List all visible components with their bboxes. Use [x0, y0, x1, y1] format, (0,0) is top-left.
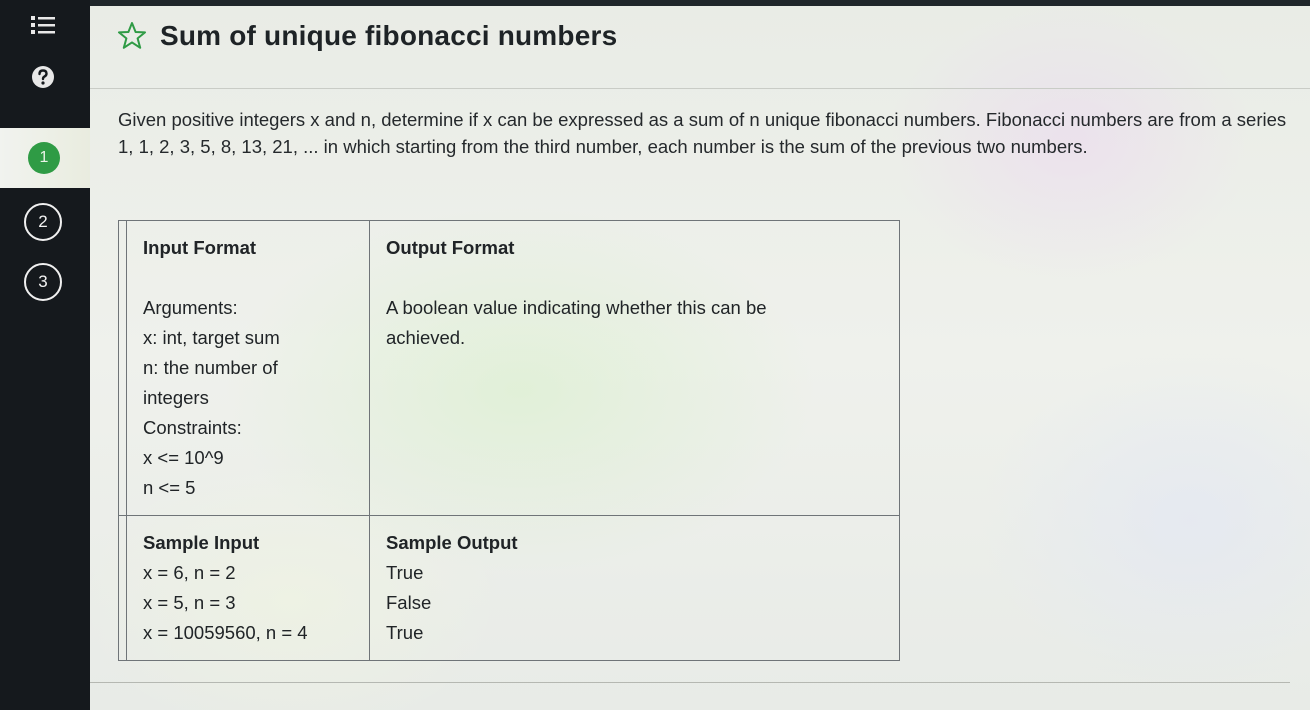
input-format-line: n <= 5	[143, 477, 196, 498]
title-row: Sum of unique fibonacci numbers	[116, 20, 617, 52]
output-format-text: A boolean value indicating whether this …	[386, 297, 767, 348]
bottom-divider	[90, 682, 1290, 683]
app-screen: 1 2 3 Sum of unique fibonacci numbers Gi…	[0, 0, 1310, 710]
input-format-line: x <= 10^9	[143, 447, 224, 468]
step-3-button[interactable]: 3	[24, 263, 62, 301]
problem-description: Given positive integers x and n, determi…	[118, 109, 1287, 157]
step-3-label: 3	[38, 272, 48, 291]
sample-input-line: x = 10059560, n = 4	[143, 622, 308, 643]
sample-output-line: False	[386, 592, 432, 613]
step-2-label: 2	[38, 212, 48, 231]
step-2-button[interactable]: 2	[24, 203, 62, 241]
output-format-header: Output Format	[386, 237, 515, 258]
input-format-cell: Input Format Arguments: x: int, target s…	[126, 220, 370, 516]
sample-output-line: True	[386, 562, 424, 583]
output-format-cell: Output Format A boolean value indicating…	[369, 220, 900, 516]
list-icon	[31, 16, 55, 34]
input-format-header: Input Format	[143, 237, 257, 258]
sidebar: 1 2 3	[0, 0, 90, 710]
table-gutter-cell	[118, 515, 127, 661]
problem-panel: Sum of unique fibonacci numbers Given po…	[90, 0, 1310, 710]
help-circle-icon	[32, 66, 54, 88]
sample-output-header: Sample Output	[386, 532, 518, 553]
input-format-line: Constraints:	[143, 417, 242, 438]
top-strip	[90, 0, 1310, 6]
input-format-line: Arguments:	[143, 297, 238, 318]
help-button[interactable]	[28, 62, 58, 92]
sample-input-header: Sample Input	[143, 532, 260, 553]
sample-input-line: x = 6, n = 2	[143, 562, 236, 583]
format-row: Input Format Arguments: x: int, target s…	[118, 220, 900, 516]
format-table: Input Format Arguments: x: int, target s…	[118, 220, 900, 661]
input-format-line: n: the number of	[143, 357, 278, 378]
input-format-line: integers	[143, 387, 209, 408]
title-divider	[90, 88, 1310, 89]
step-1-button[interactable]: 1	[28, 142, 60, 174]
sample-output-line: True	[386, 622, 424, 643]
sample-input-cell: Sample Input x = 6, n = 2 x = 5, n = 3 x…	[126, 515, 370, 661]
sample-input-line: x = 5, n = 3	[143, 592, 236, 613]
star-outline-icon[interactable]	[116, 20, 148, 52]
step-1-label: 1	[39, 149, 49, 166]
page-title: Sum of unique fibonacci numbers	[160, 20, 618, 51]
table-gutter-cell	[118, 220, 127, 516]
sample-output-cell: Sample Output True False True	[369, 515, 900, 661]
input-format-line: x: int, target sum	[143, 327, 280, 348]
sample-row: Sample Input x = 6, n = 2 x = 5, n = 3 x…	[118, 515, 900, 661]
menu-button[interactable]	[26, 10, 60, 40]
